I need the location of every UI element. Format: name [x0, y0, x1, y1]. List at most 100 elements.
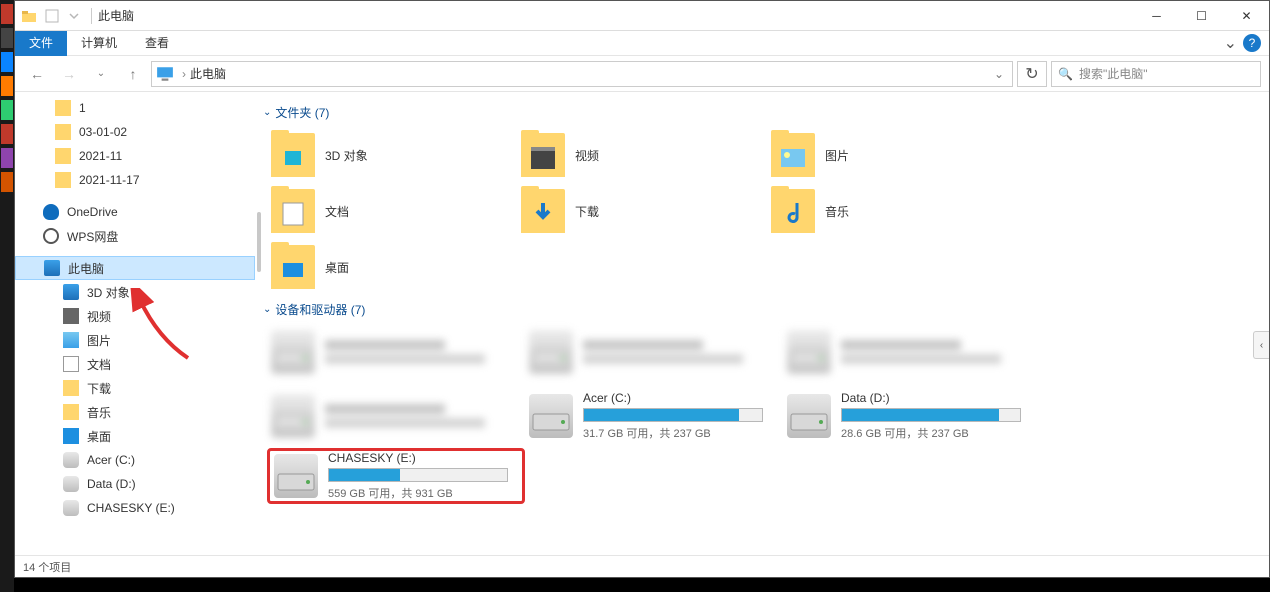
folder-item[interactable]: 图片	[771, 127, 1021, 183]
ic-drive-icon	[63, 452, 79, 468]
drive-icon	[274, 454, 318, 498]
sidebar-item-label: 视频	[87, 308, 111, 325]
ic-drive-icon	[63, 476, 79, 492]
folder-label: 文档	[325, 203, 349, 220]
ribbon-collapse-icon[interactable]: ⌄	[1224, 33, 1237, 53]
folder-icon	[521, 133, 565, 177]
qat-dropdown-icon[interactable]	[66, 8, 82, 24]
folder-label: 3D 对象	[325, 147, 368, 164]
qat-icon-1[interactable]	[44, 8, 60, 24]
sidebar-item--[interactable]: 此电脑	[15, 256, 255, 280]
folder-label: 图片	[825, 147, 849, 164]
ic-down-icon	[63, 380, 79, 396]
folder-icon	[771, 133, 815, 177]
ic-pic-icon	[63, 332, 79, 348]
sidebar-item--[interactable]: 桌面	[15, 424, 255, 448]
status-bar: 14 个项目	[15, 555, 1269, 577]
minimize-button[interactable]: ─	[1134, 1, 1179, 31]
sidebar-item-acer-c-[interactable]: Acer (C:)	[15, 448, 255, 472]
recent-dropdown[interactable]: ⌄	[87, 60, 115, 88]
sidebar-item-label: Data (D:)	[87, 477, 136, 491]
window-title: 此电脑	[98, 7, 134, 24]
search-input[interactable]: 🔍 搜索"此电脑"	[1051, 61, 1261, 87]
ic-onedrive-icon	[43, 204, 59, 220]
sidebar-item-onedrive[interactable]: OneDrive	[15, 200, 255, 224]
drive-item[interactable]	[529, 324, 779, 380]
this-pc-icon	[156, 65, 174, 83]
drive-item[interactable]	[787, 324, 1037, 380]
drive-name: CHASESKY (E:)	[328, 451, 508, 465]
drive-name: Acer (C:)	[583, 391, 763, 405]
sidebar-item--[interactable]: 下载	[15, 376, 255, 400]
tab-view[interactable]: 查看	[131, 31, 183, 56]
refresh-button[interactable]: ↻	[1017, 61, 1047, 87]
drive-item[interactable]: Acer (C:) 31.7 GB 可用，共 237 GB	[529, 388, 779, 444]
folder-item[interactable]: 下载	[521, 183, 771, 239]
explorer-icon	[21, 8, 37, 24]
section-folders[interactable]: ⌄ 文件夹 (7)	[261, 98, 1259, 127]
panel-handle[interactable]: ‹	[1253, 331, 1269, 359]
drive-usage-bar	[841, 408, 1021, 422]
sidebar-item-label: 3D 对象	[87, 284, 130, 301]
ic-folder-s-icon	[55, 148, 71, 164]
folder-item[interactable]: 视频	[521, 127, 771, 183]
explorer-window: 此电脑 ─ ☐ ✕ 文件 计算机 查看 ⌄ ? ← → ⌄ ↑ › 此电脑 ⌄ …	[14, 0, 1270, 578]
address-dropdown-icon[interactable]: ⌄	[986, 67, 1012, 81]
tab-file[interactable]: 文件	[15, 31, 67, 56]
drive-available: 28.6 GB 可用，共 237 GB	[841, 425, 1021, 441]
ic-video-icon	[63, 308, 79, 324]
drive-available: 31.7 GB 可用，共 237 GB	[583, 425, 763, 441]
folder-item[interactable]: 文档	[271, 183, 521, 239]
sidebar-item-label: 下载	[87, 380, 111, 397]
maximize-button[interactable]: ☐	[1179, 1, 1224, 31]
section-devices[interactable]: ⌄ 设备和驱动器 (7)	[261, 295, 1259, 324]
sidebar-item-1[interactable]: 1	[15, 96, 255, 120]
sidebar-item--[interactable]: 图片	[15, 328, 255, 352]
folder-item[interactable]: 3D 对象	[271, 127, 521, 183]
sidebar-item-2021-11[interactable]: 2021-11	[15, 144, 255, 168]
sidebar-item-chasesky-e-[interactable]: CHASESKY (E:)	[15, 496, 255, 520]
close-button[interactable]: ✕	[1224, 1, 1269, 31]
title-bar: 此电脑 ─ ☐ ✕	[15, 1, 1269, 31]
sidebar-item-label: CHASESKY (E:)	[87, 501, 175, 515]
folder-label: 下载	[575, 203, 599, 220]
folder-label: 音乐	[825, 203, 849, 220]
drive-icon	[787, 330, 831, 374]
drive-icon	[271, 330, 315, 374]
drive-usage-bar	[583, 408, 763, 422]
sidebar-item--[interactable]: 视频	[15, 304, 255, 328]
ic-folder-s-icon	[55, 100, 71, 116]
sidebar-item-label: 文档	[87, 356, 111, 373]
drive-item[interactable]	[271, 388, 521, 444]
drive-name: Data (D:)	[841, 391, 1021, 405]
sidebar-item--[interactable]: 音乐	[15, 400, 255, 424]
drive-item[interactable]	[271, 324, 521, 380]
sidebar-item-label: 1	[79, 101, 86, 115]
content-pane[interactable]: ⌄ 文件夹 (7) 3D 对象 视频 图片文档 下载 音乐桌面 ⌄ 设备和驱动器 (7)…	[261, 92, 1269, 555]
sidebar-item-label: 2021-11	[79, 149, 122, 163]
drive-icon	[529, 394, 573, 438]
up-button[interactable]: ↑	[119, 60, 147, 88]
tab-computer[interactable]: 计算机	[67, 31, 131, 56]
sidebar-item-data-d-[interactable]: Data (D:)	[15, 472, 255, 496]
folder-label: 视频	[575, 147, 599, 164]
forward-button[interactable]: →	[55, 60, 83, 88]
sidebar-item--[interactable]: 文档	[15, 352, 255, 376]
sidebar-item-wps-[interactable]: WPS网盘	[15, 224, 255, 248]
navigation-pane[interactable]: 1 03-01-02 2021-11 2021-11-17 OneDriveWPS网盘此…	[15, 92, 255, 555]
drive-available: 559 GB 可用，共 931 GB	[328, 485, 508, 501]
sidebar-item-3d-[interactable]: 3D 对象	[15, 280, 255, 304]
drive-item[interactable]: Data (D:) 28.6 GB 可用，共 237 GB	[787, 388, 1037, 444]
sidebar-item-03-01-02[interactable]: 03-01-02	[15, 120, 255, 144]
folder-item[interactable]: 音乐	[771, 183, 1021, 239]
folder-item[interactable]: 桌面	[271, 239, 521, 295]
search-icon: 🔍	[1058, 67, 1073, 81]
drive-item[interactable]: CHASESKY (E:) 559 GB 可用，共 931 GB	[267, 448, 525, 504]
help-button[interactable]: ?	[1243, 34, 1261, 52]
back-button[interactable]: ←	[23, 60, 51, 88]
sidebar-item-2021-11-17[interactable]: 2021-11-17	[15, 168, 255, 192]
address-bar[interactable]: › 此电脑 ⌄	[151, 61, 1013, 87]
ic-music-icon	[63, 404, 79, 420]
breadcrumb[interactable]: 此电脑	[190, 65, 226, 82]
ic-folder-s-icon	[55, 124, 71, 140]
